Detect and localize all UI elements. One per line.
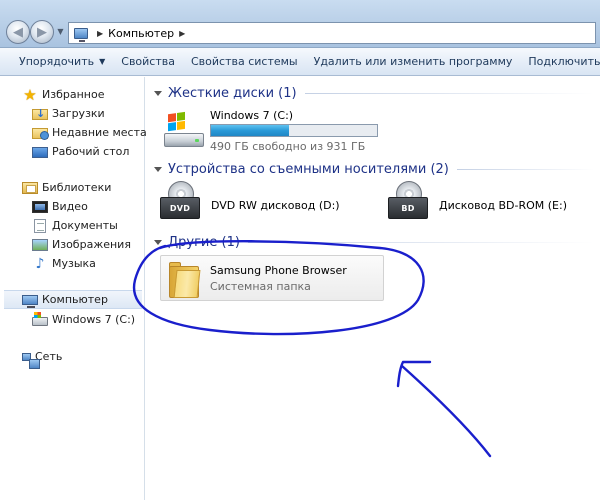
uninstall-program-label: Удалить или изменить программу	[313, 55, 513, 68]
sidebar-item-computer[interactable]: Компьютер	[4, 290, 142, 309]
recent-places-icon	[32, 128, 49, 140]
forward-arrow-icon: ▶	[37, 24, 47, 40]
drive-box: BD	[388, 197, 428, 219]
chevron-down-icon: ▼	[99, 57, 106, 66]
group-title: Устройства со съемными носителями (2)	[168, 161, 449, 177]
group-divider	[247, 241, 594, 243]
sidebar-item-label: Избранное	[42, 88, 105, 101]
sidebar-item-favorites[interactable]: ★ Избранное	[22, 85, 142, 104]
sidebar-item-drive-c[interactable]: Windows 7 (C:)	[32, 310, 142, 329]
sidebar-item-network[interactable]: Сеть	[22, 347, 142, 369]
map-network-drive-button[interactable]: Подключить сетевой	[520, 48, 600, 75]
sidebar-item-label: Рабочий стол	[52, 145, 130, 158]
collapse-triangle-icon[interactable]	[154, 166, 162, 172]
drive-name: Windows 7 (C:)	[210, 109, 294, 122]
drive-name: Дисковод BD-ROM (E:)	[439, 199, 567, 212]
drive-badge: BD	[401, 203, 415, 213]
breadcrumb-computer[interactable]: Компьютер	[108, 27, 174, 40]
system-properties-button[interactable]: Свойства системы	[183, 48, 306, 75]
drive-name: DVD RW дисковод (D:)	[211, 199, 340, 212]
sidebar-item-label: Изображения	[52, 238, 131, 251]
item-type: Системная папка	[210, 280, 311, 293]
drive-tile-c[interactable]: Windows 7 (C:) 490 ГБ свободно из 931 ГБ	[156, 105, 406, 153]
bd-drive-icon: BD	[388, 181, 432, 221]
group-divider	[456, 168, 594, 170]
group-header-hard-drives[interactable]: Жесткие диски (1)	[154, 85, 594, 101]
command-bar: Упорядочить ▼ Свойства Свойства системы …	[0, 48, 600, 76]
drive-usage-fill	[211, 125, 290, 136]
recent-pages-dropdown[interactable]: ▼	[56, 27, 65, 37]
forward-button[interactable]: ▶	[30, 20, 54, 44]
documents-library-icon	[34, 218, 46, 233]
windows-logo-icon	[168, 111, 186, 132]
sidebar-item-video[interactable]: Видео	[32, 197, 142, 216]
drive-icon	[32, 311, 48, 326]
samsung-phone-browser-tile[interactable]: Samsung Phone Browser Системная папка	[160, 255, 384, 301]
properties-label: Свойства	[121, 55, 175, 68]
collapse-triangle-icon[interactable]	[154, 90, 162, 96]
star-icon: ★	[23, 85, 37, 104]
libraries-icon	[22, 182, 38, 194]
network-icon	[22, 352, 40, 369]
sidebar-item-label: Видео	[52, 200, 88, 213]
drive-tile-bd[interactable]: BD Дисковод BD-ROM (E:)	[388, 181, 593, 225]
sidebar-item-pictures[interactable]: Изображения	[32, 235, 142, 254]
sidebar-item-documents[interactable]: Документы	[32, 216, 142, 235]
sidebar-item-label: Документы	[52, 219, 118, 232]
chevron-down-icon: ▼	[57, 27, 64, 36]
drive-badge: DVD	[169, 203, 191, 213]
breadcrumb-separator-icon[interactable]: ▶	[97, 29, 103, 38]
navigation-pane: ★ Избранное Загрузки Недавние места Рабо…	[0, 77, 147, 500]
sidebar-item-desktop[interactable]: Рабочий стол	[32, 142, 142, 161]
sidebar-item-label: Компьютер	[42, 293, 108, 306]
computer-icon	[74, 27, 88, 42]
properties-button[interactable]: Свойства	[113, 48, 183, 75]
drive-tile-dvd[interactable]: DVD DVD RW дисковод (D:)	[160, 181, 360, 225]
video-library-icon	[32, 201, 48, 213]
sidebar-item-music[interactable]: ♪ Музыка	[32, 254, 142, 273]
sidebar-item-label: Загрузки	[52, 107, 105, 120]
collapse-triangle-icon[interactable]	[154, 239, 162, 245]
sidebar-item-label: Библиотеки	[42, 181, 112, 194]
group-title: Другие (1)	[168, 234, 240, 250]
group-title: Жесткие диски (1)	[168, 85, 297, 101]
breadcrumb-separator-icon[interactable]: ▶	[179, 29, 185, 38]
content-pane: Жесткие диски (1) Windows 7 (C:) 490 ГБ …	[146, 77, 600, 500]
item-name: Samsung Phone Browser	[210, 264, 347, 277]
pictures-library-icon	[32, 239, 48, 251]
group-divider	[304, 92, 594, 94]
back-arrow-icon: ◀	[13, 24, 23, 40]
sidebar-item-libraries[interactable]: Библиотеки	[22, 178, 142, 197]
sidebar-item-label: Windows 7 (C:)	[52, 313, 136, 326]
organize-button[interactable]: Упорядочить ▼	[0, 48, 113, 75]
hard-drive-icon	[164, 111, 206, 147]
sidebar-item-recent-places[interactable]: Недавние места	[32, 123, 147, 142]
back-button[interactable]: ◀	[6, 20, 30, 44]
drive-usage-bar	[210, 124, 378, 137]
address-field[interactable]: ▶ Компьютер ▶	[68, 22, 596, 44]
sidebar-item-downloads[interactable]: Загрузки	[32, 104, 142, 123]
download-folder-icon	[32, 107, 48, 120]
group-header-other[interactable]: Другие (1)	[154, 234, 594, 250]
computer-icon	[22, 294, 38, 308]
group-header-removable[interactable]: Устройства со съемными носителями (2)	[154, 161, 594, 177]
uninstall-program-button[interactable]: Удалить или изменить программу	[306, 48, 521, 75]
map-network-drive-label: Подключить сетевой	[528, 55, 600, 68]
dvd-drive-icon: DVD	[160, 181, 204, 221]
music-library-icon: ♪	[35, 255, 45, 272]
sidebar-item-label: Недавние места	[52, 126, 147, 139]
drive-body	[164, 133, 204, 147]
organize-label: Упорядочить	[19, 55, 95, 68]
drive-box: DVD	[160, 197, 200, 219]
folder-front	[173, 270, 201, 298]
desktop-icon	[32, 146, 48, 158]
drive-free-space: 490 ГБ свободно из 931 ГБ	[210, 140, 366, 153]
address-bar-row: ◀ ▶ ▼ ▶ Компьютер ▶	[0, 0, 600, 48]
system-properties-label: Свойства системы	[191, 55, 298, 68]
folder-icon	[169, 262, 201, 298]
sidebar-item-label: Музыка	[52, 257, 96, 270]
